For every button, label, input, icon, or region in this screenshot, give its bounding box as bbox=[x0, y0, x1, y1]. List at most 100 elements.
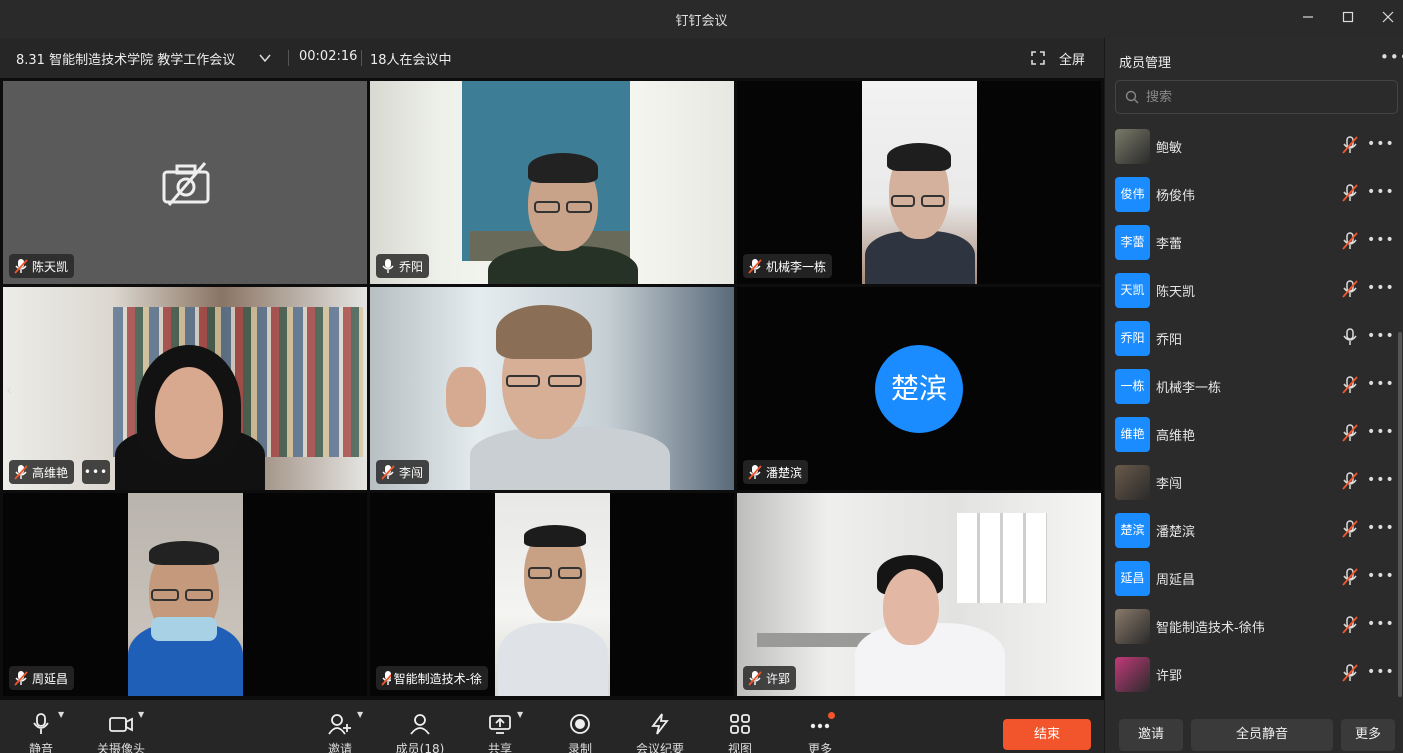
tile-more-button[interactable]: ••• bbox=[82, 460, 110, 484]
member-row[interactable]: 李蕾 李蕾 ••• bbox=[1105, 218, 1398, 266]
member-row[interactable]: 许郢 ••• bbox=[1105, 650, 1398, 698]
mic-muted-icon bbox=[381, 671, 391, 686]
member-row[interactable]: 延昌 周延昌 ••• bbox=[1105, 554, 1398, 602]
person bbox=[498, 623, 608, 696]
member-name: 李蕾 bbox=[1156, 237, 1183, 252]
video-tile[interactable]: 周延昌 bbox=[3, 493, 367, 696]
mic-muted-icon[interactable] bbox=[1341, 280, 1359, 298]
member-more-button[interactable]: ••• bbox=[1367, 376, 1395, 392]
meeting-title[interactable]: 8.31 智能制造技术学院 教学工作会议 bbox=[16, 49, 235, 68]
member-more-button[interactable]: ••• bbox=[1367, 232, 1395, 248]
participant-count: 18人在会议中 bbox=[370, 53, 452, 68]
member-row[interactable]: 一栋 机械李一栋 ••• bbox=[1105, 362, 1398, 410]
invite-button[interactable]: 邀请 bbox=[300, 712, 380, 753]
member-more-button[interactable]: ••• bbox=[1367, 328, 1395, 344]
video-feed bbox=[957, 513, 1047, 603]
mic-icon[interactable] bbox=[1341, 328, 1359, 346]
member-more-button[interactable]: ••• bbox=[1367, 424, 1395, 440]
mic-muted-icon[interactable] bbox=[1341, 616, 1359, 634]
member-name: 陈天凯 bbox=[1156, 285, 1196, 300]
caret-down-icon[interactable]: ▼ bbox=[138, 710, 144, 719]
member-row[interactable]: 鲍敏 ••• bbox=[1105, 122, 1398, 170]
member-row[interactable]: 智能制造技术-徐伟 ••• bbox=[1105, 602, 1398, 650]
member-more-button[interactable]: ••• bbox=[1367, 184, 1395, 200]
mic-muted-icon[interactable] bbox=[1341, 568, 1359, 586]
member-row[interactable]: 李闯 ••• bbox=[1105, 458, 1398, 506]
member-more-button[interactable]: ••• bbox=[1367, 616, 1395, 632]
person bbox=[149, 541, 219, 565]
video-tile[interactable]: 高维艳 ••• bbox=[3, 287, 367, 490]
fullscreen-icon[interactable] bbox=[1031, 50, 1045, 69]
member-row[interactable]: 乔阳 乔阳 ••• bbox=[1105, 314, 1398, 362]
person bbox=[496, 305, 592, 359]
panel-footer-more-button[interactable]: 更多 bbox=[1341, 719, 1395, 751]
maximize-icon[interactable] bbox=[1337, 8, 1359, 30]
panel-title: 成员管理 bbox=[1119, 56, 1172, 71]
scrollbar[interactable] bbox=[1398, 122, 1402, 697]
close-icon[interactable] bbox=[1377, 8, 1399, 30]
member-row[interactable]: 楚滨 潘楚滨 ••• bbox=[1105, 506, 1398, 554]
mic-muted-icon[interactable] bbox=[1341, 136, 1359, 154]
caret-down-icon[interactable]: ▼ bbox=[357, 710, 363, 719]
member-more-button[interactable]: ••• bbox=[1367, 136, 1395, 152]
member-avatar: 维艳 bbox=[1115, 417, 1150, 452]
search-input[interactable] bbox=[1146, 87, 1386, 107]
fullscreen-button[interactable]: 全屏 bbox=[1059, 49, 1085, 68]
mic-muted-icon[interactable] bbox=[1341, 376, 1359, 394]
member-avatar bbox=[1115, 657, 1150, 692]
chevron-left-icon[interactable]: ‹ bbox=[6, 380, 12, 399]
video-tile[interactable]: 楚滨 潘楚滨 bbox=[737, 287, 1101, 490]
person bbox=[891, 195, 915, 207]
person bbox=[548, 375, 582, 387]
mic-muted-icon[interactable] bbox=[1341, 664, 1359, 682]
person bbox=[155, 367, 223, 459]
mic-muted-icon bbox=[748, 259, 762, 274]
invite-member-button[interactable]: 邀请 bbox=[1119, 719, 1183, 751]
user-icon bbox=[410, 714, 430, 735]
camera-toggle-button[interactable]: 关摄像头 bbox=[81, 712, 161, 753]
video-tile[interactable]: 机械李一栋 bbox=[737, 81, 1101, 284]
participant-name-tag: 周延昌 bbox=[9, 666, 75, 690]
mute-all-button[interactable]: 全员静音 bbox=[1191, 719, 1333, 751]
members-button[interactable]: 成员(18) bbox=[380, 712, 460, 753]
video-tile[interactable]: 智能制造技术-徐 bbox=[370, 493, 734, 696]
caret-down-icon[interactable]: ▼ bbox=[58, 710, 64, 719]
record-button[interactable]: 录制 bbox=[540, 712, 620, 753]
mic-muted-icon[interactable] bbox=[1341, 472, 1359, 490]
person bbox=[446, 367, 486, 427]
participant-name-tag: 李闯 bbox=[376, 460, 430, 484]
member-more-button[interactable]: ••• bbox=[1367, 280, 1395, 296]
mic-muted-icon[interactable] bbox=[1341, 520, 1359, 538]
minimize-icon[interactable] bbox=[1297, 8, 1319, 30]
member-row[interactable]: 维艳 高维艳 ••• bbox=[1105, 410, 1398, 458]
chevron-down-icon[interactable] bbox=[258, 50, 272, 69]
panel-more-button[interactable]: ••• bbox=[1380, 48, 1403, 66]
caret-down-icon[interactable]: ▼ bbox=[517, 710, 523, 719]
scrollbar-thumb[interactable] bbox=[1398, 332, 1402, 697]
member-row[interactable]: 天凯 陈天凯 ••• bbox=[1105, 266, 1398, 314]
video-tile[interactable]: 乔阳 bbox=[370, 81, 734, 284]
video-tile[interactable]: 许郢 bbox=[737, 493, 1101, 696]
notification-dot bbox=[828, 712, 835, 719]
mic-muted-icon[interactable] bbox=[1341, 232, 1359, 250]
grid-icon bbox=[730, 714, 750, 734]
mic-muted-icon[interactable] bbox=[1341, 424, 1359, 442]
member-more-button[interactable]: ••• bbox=[1367, 568, 1395, 584]
video-tile[interactable]: 陈天凯 bbox=[3, 81, 367, 284]
end-meeting-button[interactable]: 结束 bbox=[1003, 719, 1091, 750]
person bbox=[151, 617, 217, 641]
video-tile[interactable]: 李闯 bbox=[370, 287, 734, 490]
mute-button[interactable]: 静音 bbox=[1, 712, 81, 753]
member-row[interactable]: 俊伟 杨俊伟 ••• bbox=[1105, 170, 1398, 218]
avatar: 楚滨 bbox=[875, 345, 963, 433]
more-button[interactable]: 更多 bbox=[780, 712, 860, 753]
view-button[interactable]: 视图 bbox=[700, 712, 780, 753]
member-search[interactable] bbox=[1115, 80, 1398, 114]
member-more-button[interactable]: ••• bbox=[1367, 472, 1395, 488]
minutes-button[interactable]: 会议纪要 bbox=[620, 712, 700, 753]
member-management-panel: 成员管理 ••• 鲍敏•••俊伟杨俊伟•••李蕾李蕾•••天凯陈天凯•••乔阳乔… bbox=[1104, 38, 1403, 753]
share-button[interactable]: 共享 bbox=[460, 712, 540, 753]
mic-muted-icon[interactable] bbox=[1341, 184, 1359, 202]
member-more-button[interactable]: ••• bbox=[1367, 520, 1395, 536]
member-more-button[interactable]: ••• bbox=[1367, 664, 1395, 680]
